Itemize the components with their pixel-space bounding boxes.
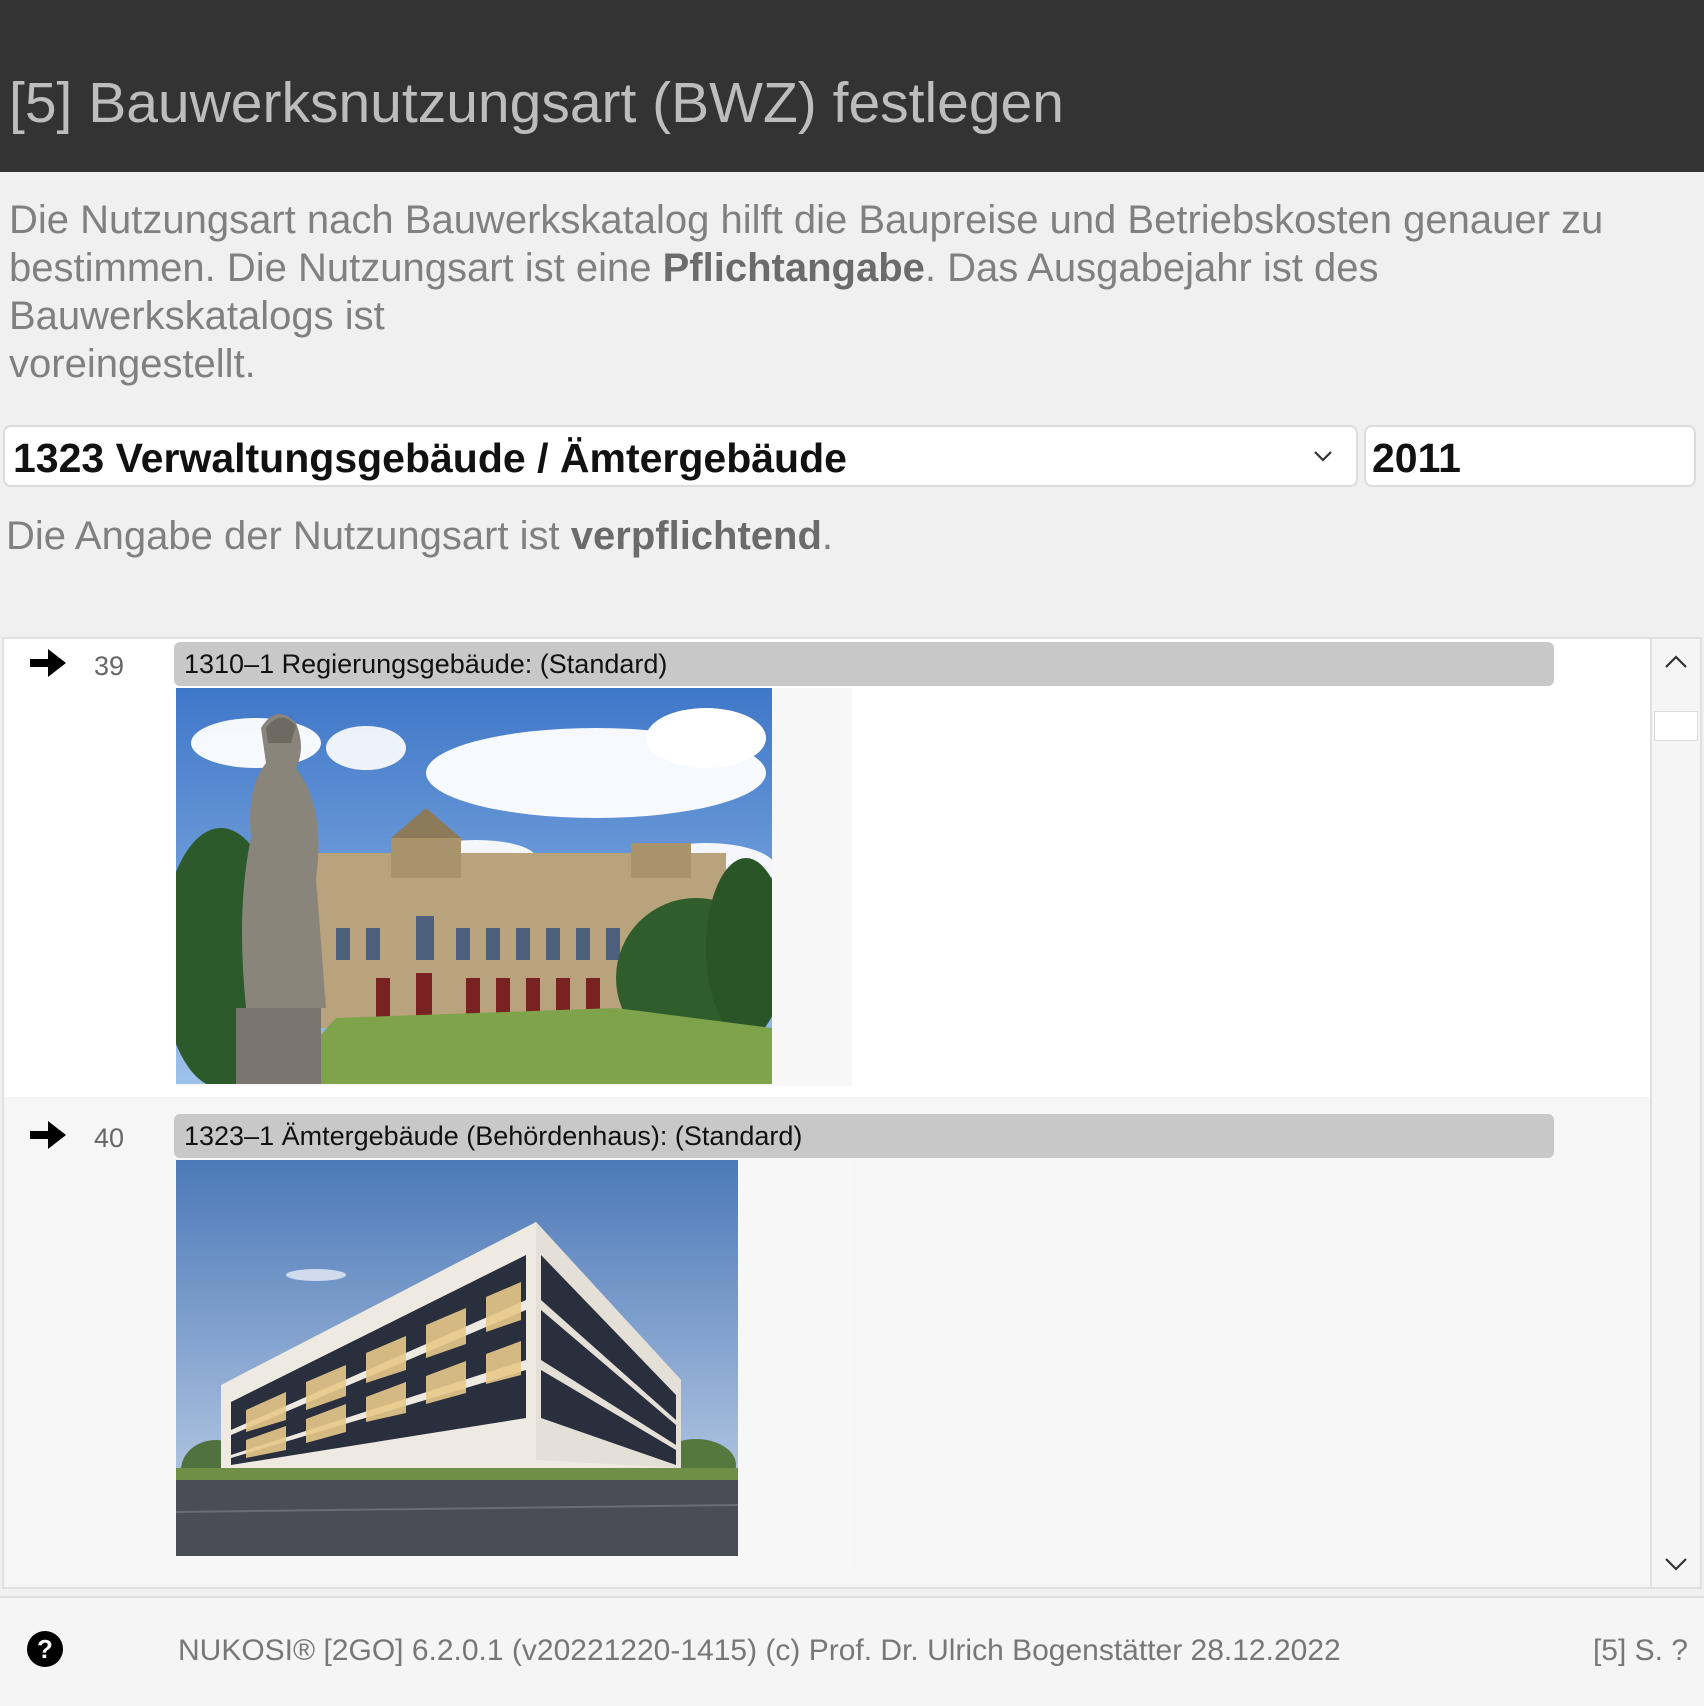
intro-text: Die Nutzungsart nach Bauwerkskatalog hil… — [9, 196, 1699, 388]
intro-text-part3: voreingestellt. — [9, 342, 256, 386]
list-item-number: 39 — [94, 651, 125, 681]
chevron-up-icon[interactable] — [1652, 639, 1700, 687]
list-item-image-frame — [175, 1160, 852, 1570]
chevron-down-icon — [1314, 451, 1332, 462]
usage-type-list[interactable]: 39 1310–1 Regierungsgebäude: (Standard) — [2, 637, 1702, 1589]
warning-part1: Die Angabe der Nutzungsart ist — [6, 514, 571, 558]
arrow-right-icon — [30, 1121, 66, 1149]
arrow-right-icon — [30, 649, 66, 677]
year-field[interactable]: 2011 — [1364, 425, 1696, 487]
header-bar: [5] Bauwerksnutzungsart (BWZ) festlegen — [0, 0, 1704, 172]
list-item-image-frame — [161, 688, 852, 1088]
warning-bold: verpflichtend — [570, 514, 822, 558]
list-item[interactable]: 39 1310–1 Regierungsgebäude: (Standard) — [4, 639, 1651, 1097]
help-icon[interactable]: ? — [26, 1630, 64, 1668]
scrollbar-thumb[interactable] — [1654, 711, 1698, 741]
government-building-photo[interactable] — [161, 688, 786, 1088]
required-warning: Die Angabe der Nutzungsart ist verpflich… — [6, 512, 833, 560]
chevron-down-icon[interactable] — [1652, 1539, 1700, 1587]
usage-type-select[interactable]: 1323 Verwaltungsgebäude / Ämtergebäude — [3, 425, 1358, 487]
intro-text-bold: Pflichtangabe — [662, 246, 925, 290]
svg-text:?: ? — [37, 1634, 53, 1664]
footer-bar: ? NUKOSI® [2GO] 6.2.0.1 (v20221220-1415)… — [0, 1596, 1704, 1706]
list-item[interactable]: 40 1323–1 Ämtergebäude (Behördenhaus): (… — [4, 1097, 1651, 1587]
usage-type-selected-value: 1323 Verwaltungsgebäude / Ämtergebäude — [13, 435, 847, 481]
footer-copyright: NUKOSI® [2GO] 6.2.0.1 (v20221220-1415) (… — [178, 1634, 1341, 1667]
list-item-number: 40 — [94, 1123, 125, 1153]
office-building-photo[interactable] — [175, 1160, 739, 1556]
warning-part2: . — [821, 514, 834, 558]
list-item-label[interactable]: 1310–1 Regierungsgebäude: (Standard) — [174, 642, 1554, 686]
list-item-label[interactable]: 1323–1 Ämtergebäude (Behördenhaus): (Sta… — [174, 1114, 1554, 1158]
year-value: 2011 — [1372, 435, 1461, 481]
page-title: [5] Bauwerksnutzungsart (BWZ) festlegen — [9, 71, 1064, 135]
list-scrollbar[interactable] — [1650, 639, 1700, 1587]
footer-page-indicator: [5] S. ? — [1592, 1634, 1688, 1667]
